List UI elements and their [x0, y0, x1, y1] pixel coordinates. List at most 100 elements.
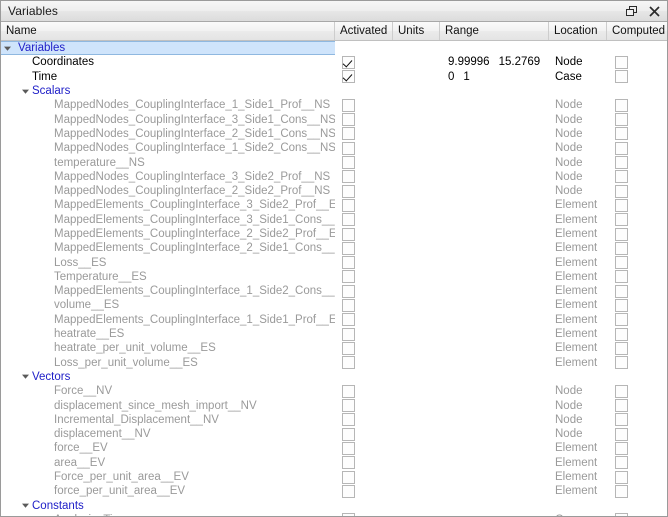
computed-checkbox[interactable] — [615, 256, 628, 270]
tree-row[interactable]: displacement_since_mesh_import__NV Node — [1, 398, 667, 413]
tree-row-name-cell[interactable]: Loss_per_unit_volume__ES — [1, 356, 335, 370]
activated-checkbox[interactable] — [342, 184, 355, 198]
activated-cell[interactable] — [335, 356, 393, 370]
tree-row[interactable]: MappedNodes_CouplingInterface_3_Side1_Co… — [1, 112, 667, 127]
activated-cell[interactable] — [335, 384, 393, 398]
activated-cell[interactable] — [335, 398, 393, 413]
tree-row[interactable]: Scalars — [1, 84, 667, 98]
restore-window-button[interactable] — [620, 2, 642, 20]
tree-row[interactable]: MappedElements_CouplingInterface_1_Side2… — [1, 284, 667, 298]
tree-row[interactable]: Temperature__ES Element — [1, 270, 667, 284]
tree-row[interactable]: MappedNodes_CouplingInterface_1_Side2_Co… — [1, 141, 667, 155]
computed-checkbox[interactable] — [615, 413, 628, 427]
computed-cell[interactable] — [607, 484, 667, 498]
tree-row[interactable]: Force_per_unit_area__EV Element — [1, 470, 667, 484]
activated-cell[interactable] — [335, 170, 393, 184]
activated-checkbox-checked[interactable] — [342, 70, 355, 84]
tree-row-name-cell[interactable]: MappedNodes_CouplingInterface_2_Side1_Co… — [1, 127, 335, 141]
computed-cell[interactable] — [607, 41, 667, 55]
tree-row-name-cell[interactable]: Coordinates — [1, 55, 335, 69]
tree-row[interactable]: heatrate_per_unit_volume__ES Element — [1, 341, 667, 355]
computed-checkbox[interactable] — [615, 284, 628, 298]
computed-checkbox[interactable] — [615, 513, 628, 516]
activated-cell[interactable] — [335, 313, 393, 327]
activated-cell[interactable] — [335, 270, 393, 284]
computed-checkbox[interactable] — [615, 384, 628, 398]
computed-cell[interactable] — [607, 84, 667, 98]
computed-checkbox[interactable] — [615, 55, 628, 69]
tree-row[interactable]: Loss__ES Element — [1, 255, 667, 270]
tree-row-name-cell[interactable]: Loss__ES — [1, 255, 335, 269]
tree-row-name-cell[interactable]: MappedNodes_CouplingInterface_2_Side2_Pr… — [1, 184, 335, 198]
expand-collapse-triangle-icon[interactable] — [19, 501, 32, 510]
computed-cell[interactable] — [607, 227, 667, 241]
activated-cell[interactable] — [335, 70, 393, 84]
tree-row[interactable]: MappedNodes_CouplingInterface_3_Side2_Pr… — [1, 170, 667, 184]
activated-checkbox[interactable] — [342, 256, 355, 270]
computed-cell[interactable] — [607, 170, 667, 184]
computed-checkbox[interactable] — [615, 484, 628, 498]
activated-cell[interactable] — [335, 184, 393, 198]
activated-checkbox[interactable] — [342, 213, 355, 227]
computed-cell[interactable] — [607, 456, 667, 470]
activated-checkbox[interactable] — [342, 227, 355, 241]
activated-cell[interactable] — [335, 413, 393, 427]
computed-checkbox[interactable] — [615, 213, 628, 227]
tree-row[interactable]: Incremental_Displacement__NV Node — [1, 413, 667, 427]
activated-checkbox[interactable] — [342, 484, 355, 498]
activated-cell[interactable] — [335, 427, 393, 441]
tree-row-name-cell[interactable]: MappedNodes_CouplingInterface_1_Side2_Co… — [1, 141, 335, 155]
activated-cell[interactable] — [335, 327, 393, 341]
computed-cell[interactable] — [607, 255, 667, 270]
variables-tree[interactable]: Variables Coordinates 9.99996 15.2769 Node Ti… — [1, 41, 667, 516]
computed-checkbox[interactable] — [615, 227, 628, 241]
computed-cell[interactable] — [607, 155, 667, 170]
computed-cell[interactable] — [607, 141, 667, 155]
column-header-activated[interactable]: Activated — [335, 22, 393, 40]
activated-checkbox[interactable] — [342, 399, 355, 413]
tree-row-name-cell[interactable]: displacement__NV — [1, 427, 335, 441]
activated-cell[interactable] — [335, 127, 393, 141]
computed-checkbox[interactable] — [615, 470, 628, 484]
computed-cell[interactable] — [607, 55, 667, 69]
activated-cell[interactable] — [335, 341, 393, 355]
tree-row[interactable]: MappedElements_CouplingInterface_2_Side1… — [1, 241, 667, 255]
column-header-name[interactable]: Name — [1, 22, 335, 40]
computed-checkbox[interactable] — [615, 270, 628, 284]
computed-checkbox[interactable] — [615, 241, 628, 255]
tree-row[interactable]: force_per_unit_area__EV Element — [1, 484, 667, 498]
activated-cell[interactable] — [335, 513, 393, 516]
expand-collapse-triangle-icon[interactable] — [19, 87, 32, 96]
tree-row-name-cell[interactable]: Scalars — [1, 84, 335, 98]
activated-checkbox[interactable] — [342, 456, 355, 470]
computed-cell[interactable] — [607, 184, 667, 198]
activated-cell[interactable] — [335, 227, 393, 241]
computed-cell[interactable] — [607, 356, 667, 370]
tree-row[interactable]: Vectors — [1, 370, 667, 384]
tree-row-name-cell[interactable]: displacement_since_mesh_import__NV — [1, 398, 335, 412]
computed-checkbox[interactable] — [615, 141, 628, 155]
activated-cell[interactable] — [335, 456, 393, 470]
computed-cell[interactable] — [607, 98, 667, 112]
tree-row[interactable]: Constants — [1, 499, 667, 513]
activated-cell[interactable] — [335, 241, 393, 255]
column-header-location[interactable]: Location — [549, 22, 607, 40]
activated-checkbox[interactable] — [342, 156, 355, 170]
activated-checkbox-checked[interactable] — [342, 55, 355, 69]
tree-row-name-cell[interactable]: MappedNodes_CouplingInterface_3_Side2_Pr… — [1, 170, 335, 184]
computed-checkbox[interactable] — [615, 456, 628, 470]
computed-cell[interactable] — [607, 427, 667, 441]
computed-cell[interactable] — [607, 398, 667, 413]
computed-checkbox[interactable] — [615, 184, 628, 198]
computed-checkbox[interactable] — [615, 127, 628, 141]
tree-row[interactable]: MappedNodes_CouplingInterface_2_Side2_Pr… — [1, 184, 667, 198]
tree-row-name-cell[interactable]: Force_per_unit_area__EV — [1, 470, 335, 484]
activated-checkbox[interactable] — [342, 356, 355, 370]
activated-checkbox[interactable] — [342, 470, 355, 484]
activated-cell[interactable] — [335, 255, 393, 270]
tree-row-name-cell[interactable]: Analysis_Time — [1, 513, 335, 516]
computed-checkbox[interactable] — [615, 156, 628, 170]
column-header-computed[interactable]: Computed — [607, 22, 668, 40]
tree-row-name-cell[interactable]: Vectors — [1, 370, 335, 384]
computed-cell[interactable] — [607, 327, 667, 341]
